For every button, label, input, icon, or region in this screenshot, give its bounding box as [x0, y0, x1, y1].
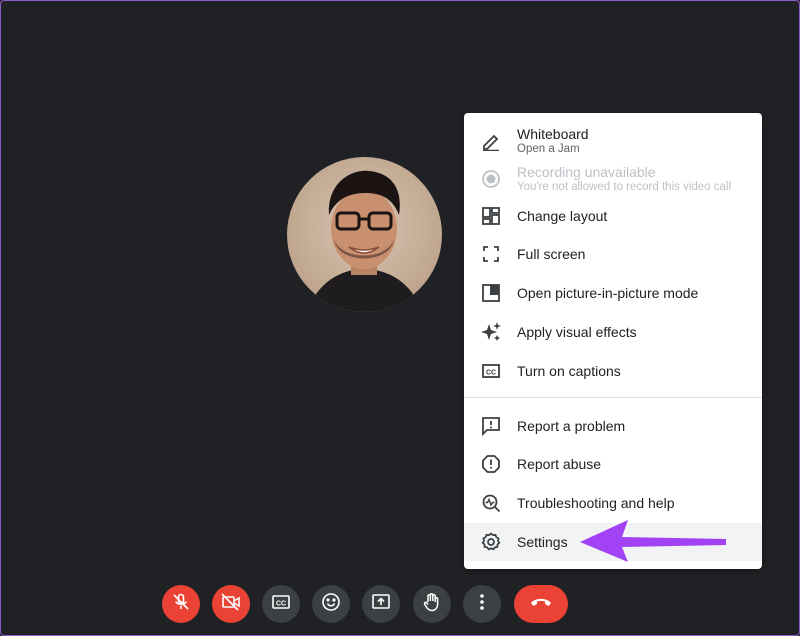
emoji-icon [321, 592, 341, 617]
more-options-menu: Whiteboard Open a Jam Recording unavaila… [464, 113, 762, 569]
menu-item-label: Open picture-in-picture mode [517, 285, 699, 301]
menu-item-full-screen[interactable]: Full screen [464, 235, 762, 273]
menu-divider [464, 397, 762, 398]
menu-item-label: Turn on captions [517, 363, 621, 379]
leave-call-button[interactable] [514, 585, 568, 623]
captions-icon: CC [480, 360, 502, 382]
microphone-off-button[interactable] [162, 585, 200, 623]
menu-item-label: Apply visual effects [517, 324, 637, 340]
more-options-button[interactable] [463, 585, 501, 623]
menu-item-whiteboard[interactable]: Whiteboard Open a Jam [464, 122, 762, 160]
menu-item-label: Report abuse [517, 456, 602, 472]
pencil-icon [480, 130, 502, 152]
sparkle-icon [480, 321, 502, 343]
svg-text:CC: CC [276, 600, 286, 607]
menu-item-captions[interactable]: CC Turn on captions [464, 352, 762, 390]
captions-button[interactable]: CC [262, 585, 300, 623]
hand-icon [422, 592, 442, 617]
camera-off-icon [221, 592, 241, 616]
participant-avatar [287, 157, 442, 312]
menu-item-visual-effects[interactable]: Apply visual effects [464, 313, 762, 351]
menu-item-troubleshooting[interactable]: Troubleshooting and help [464, 484, 762, 522]
picture-in-picture-icon [480, 282, 502, 304]
menu-item-recording: Recording unavailable You're not allowed… [464, 160, 762, 198]
menu-item-picture-in-picture[interactable]: Open picture-in-picture mode [464, 274, 762, 312]
captions-icon: CC [271, 593, 291, 616]
menu-item-label: Recording unavailable [517, 164, 656, 180]
report-icon [480, 453, 502, 475]
emoji-reaction-button[interactable] [312, 585, 350, 623]
present-icon [371, 593, 391, 616]
menu-item-label: Whiteboard [517, 126, 589, 142]
hang-up-icon [529, 595, 553, 613]
troubleshoot-icon [480, 492, 502, 514]
layout-icon [480, 205, 502, 227]
menu-item-sublabel: Open a Jam [517, 143, 580, 155]
menu-item-report-abuse[interactable]: Report abuse [464, 445, 762, 483]
present-screen-button[interactable] [362, 585, 400, 623]
feedback-icon [480, 415, 502, 437]
mic-off-icon [172, 593, 190, 616]
record-icon [480, 168, 502, 190]
menu-item-label: Report a problem [517, 418, 626, 434]
fullscreen-icon [480, 243, 502, 265]
menu-item-label: Settings [517, 534, 568, 550]
raise-hand-button[interactable] [413, 585, 451, 623]
menu-item-report-problem[interactable]: Report a problem [464, 407, 762, 445]
svg-text:CC: CC [486, 370, 496, 377]
gear-icon [480, 531, 502, 553]
more-vert-icon [479, 593, 485, 616]
menu-item-label: Change layout [517, 208, 608, 224]
menu-item-change-layout[interactable]: Change layout [464, 197, 762, 235]
menu-item-label: Full screen [517, 246, 586, 262]
menu-item-label: Troubleshooting and help [517, 495, 675, 511]
menu-item-sublabel: You're not allowed to record this video … [517, 181, 732, 193]
annotation-arrow [580, 520, 726, 562]
camera-off-button[interactable] [212, 585, 250, 623]
